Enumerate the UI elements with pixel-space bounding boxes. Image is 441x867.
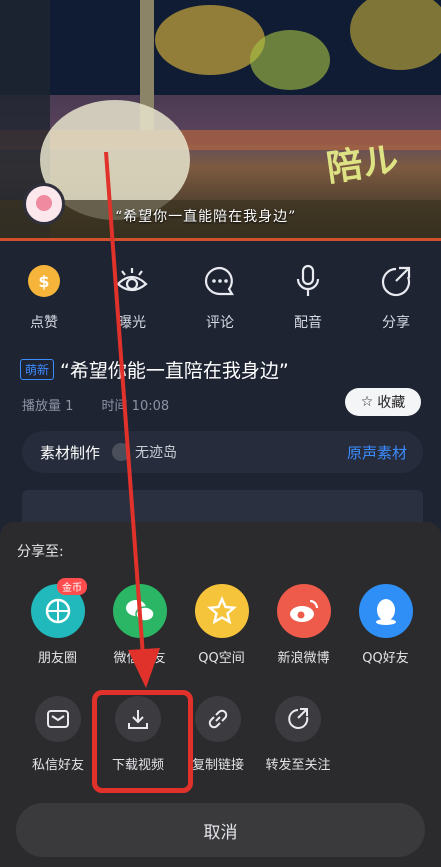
private-message-button[interactable]: 私信好友	[18, 696, 98, 773]
video-watermark: 陪ル	[323, 138, 402, 190]
share-moments-button[interactable]: 金币 朋友圈	[17, 578, 98, 666]
coin-badge: 金币	[57, 578, 87, 595]
dub-button[interactable]: 配音	[264, 262, 352, 332]
video-caption: “希望你一直能陪在我身边”	[115, 209, 297, 225]
post-meta: 播放量 1 时间 10:08	[22, 395, 193, 414]
share-weibo-button[interactable]: 新浪微博	[263, 584, 344, 666]
link-icon	[195, 696, 241, 742]
newbie-badge: 萌新	[20, 359, 55, 380]
cancel-button[interactable]: 取消	[16, 803, 425, 857]
comment-button[interactable]: 评论	[176, 262, 264, 332]
comment-icon	[204, 266, 234, 296]
post-title: “希望你能一直陪在我身边”	[60, 360, 289, 382]
private-message-label: 私信好友	[31, 758, 84, 773]
share-moments-label: 朋友圈	[37, 651, 77, 666]
share-qzone-button[interactable]: QQ空间	[181, 584, 262, 666]
qzone-icon	[194, 584, 249, 638]
share-icon	[381, 266, 411, 297]
share-qq-label: QQ好友	[362, 651, 409, 666]
author-avatar[interactable]	[23, 183, 65, 225]
dub-label: 配音	[294, 315, 322, 331]
material-author[interactable]: 无迹岛	[112, 442, 177, 462]
original-sound-link[interactable]: 原声素材	[347, 442, 407, 463]
video-progress-bar[interactable]	[0, 238, 441, 241]
highlight-box	[92, 690, 193, 793]
share-label: 分享	[382, 315, 410, 331]
expose-button[interactable]: 曝光	[88, 262, 176, 332]
share-wechat-button[interactable]: 微信好友	[99, 584, 180, 666]
action-bar: $ 点赞 曝光 评论 配音 分享	[0, 262, 441, 332]
qq-icon	[358, 584, 413, 638]
message-icon	[35, 696, 81, 742]
copy-link-label: 复制链接	[191, 758, 244, 773]
material-author-name: 无迹岛	[135, 445, 178, 461]
share-wechat-label: 微信好友	[113, 651, 166, 666]
coin-icon: $	[28, 265, 60, 297]
play-count: 播放量 1	[22, 399, 74, 414]
like-label: 点赞	[30, 315, 58, 331]
share-button[interactable]: 分享	[352, 262, 440, 332]
post-title-row: 萌新 “希望你能一直陪在我身边”	[20, 356, 289, 383]
share-sheet-title: 分享至:	[17, 544, 64, 560]
share-qzone-label: QQ空间	[198, 651, 245, 666]
share-qq-button[interactable]: QQ好友	[345, 584, 426, 666]
share-targets-row: 金币 朋友圈 微信好友 QQ空间 新浪微博 QQ好友	[0, 578, 441, 666]
forward-to-follow-button[interactable]: 转发至关注	[258, 696, 338, 773]
weibo-icon	[276, 584, 331, 638]
post-time: 时间 10:08	[101, 399, 170, 414]
material-author-avatar	[112, 443, 131, 461]
eye-icon	[116, 268, 148, 292]
forward-to-follow-label: 转发至关注	[265, 758, 331, 773]
share-tools-row: 私信好友 下载视频 复制链接 转发至关注	[0, 696, 441, 773]
material-bar[interactable]: 素材制作 无迹岛 原声素材	[22, 431, 423, 473]
wechat-icon	[112, 584, 167, 638]
forward-icon	[275, 696, 321, 742]
material-make-label: 素材制作	[40, 443, 101, 462]
microphone-icon	[296, 264, 320, 296]
video-frame	[0, 0, 441, 240]
like-button[interactable]: $ 点赞	[0, 262, 88, 332]
share-weibo-label: 新浪微博	[277, 651, 330, 666]
collect-label: 收藏	[377, 395, 406, 411]
expose-label: 曝光	[118, 315, 146, 331]
collect-button[interactable]: ☆ 收藏	[345, 388, 421, 416]
video-player[interactable]: 陪ル “希望你一直能陪在我身边”	[0, 0, 441, 240]
star-icon: ☆	[360, 394, 374, 410]
comment-label: 评论	[206, 315, 234, 331]
